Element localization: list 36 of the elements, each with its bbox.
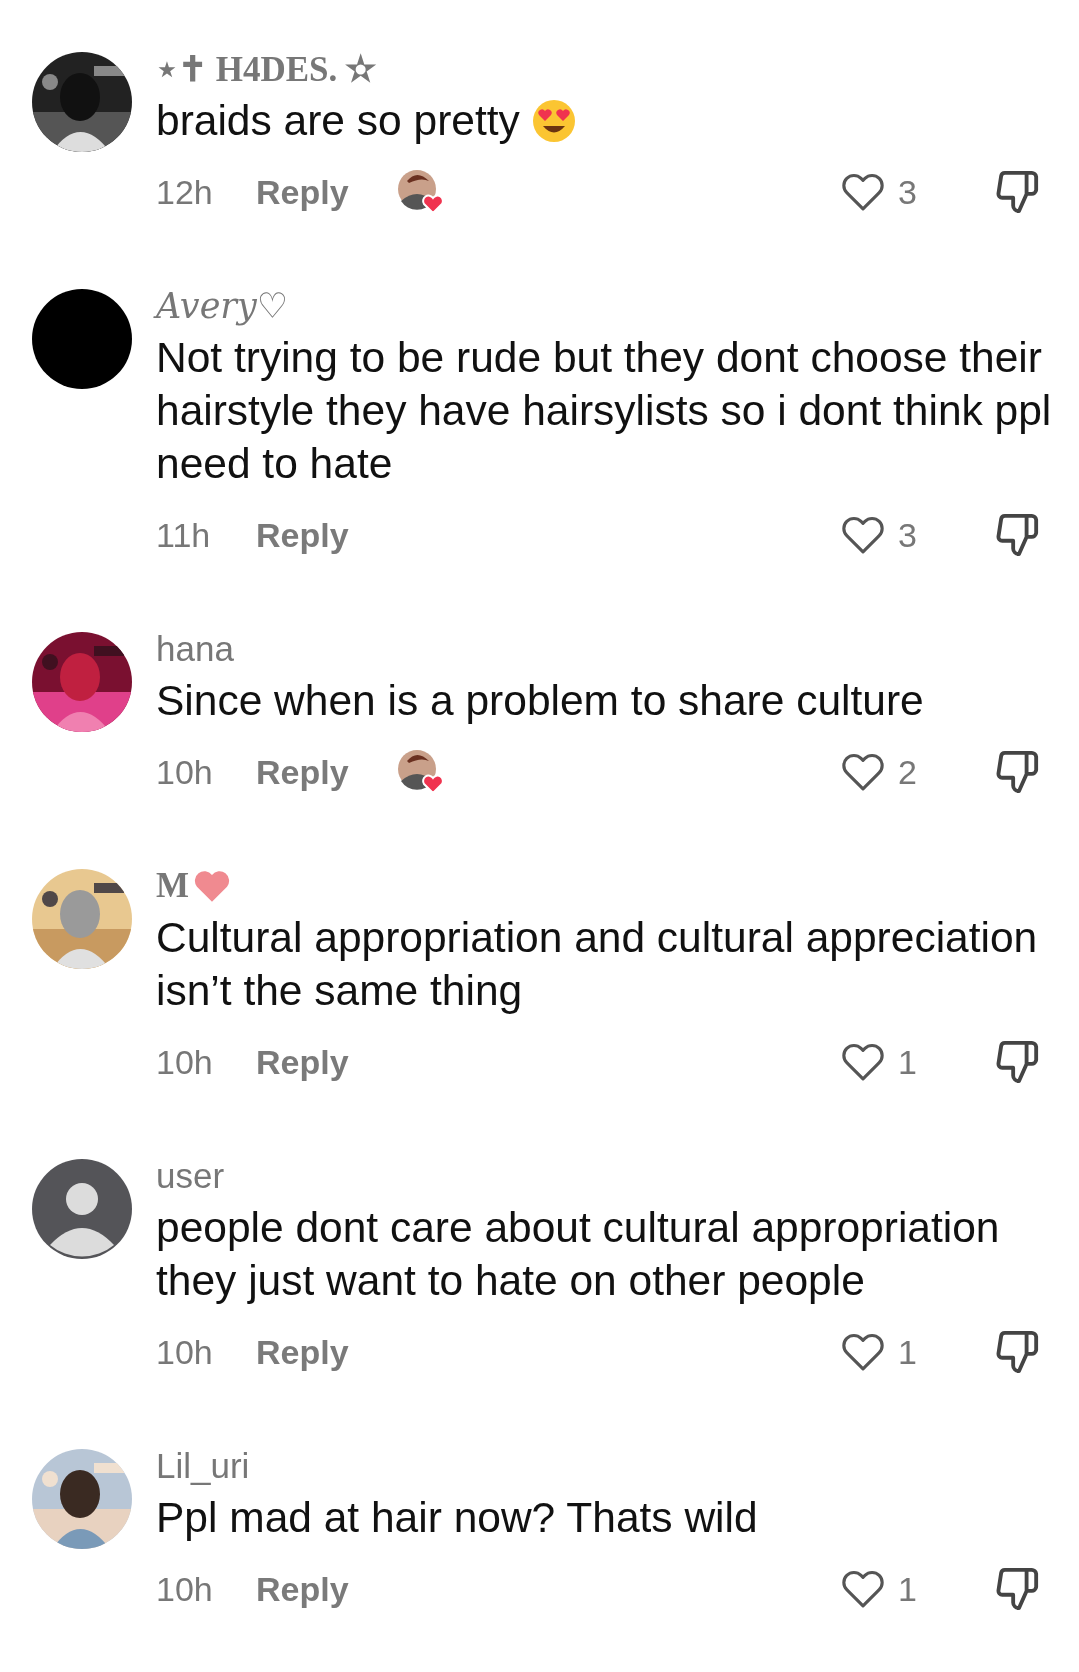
dislike-icon[interactable] [994, 1329, 1040, 1375]
username[interactable]: ⋆✝ H4DES. ✫ [156, 48, 376, 90]
reply-button[interactable]: Reply [256, 172, 397, 212]
reply-button[interactable]: Reply [256, 515, 397, 555]
dislike-icon[interactable] [994, 1039, 1040, 1085]
dislike-icon[interactable] [994, 169, 1040, 215]
comment-text: Since when is a problem to share culture [156, 677, 924, 724]
timestamp: 10h [156, 1569, 214, 1609]
dislike-icon[interactable] [994, 1566, 1040, 1612]
like-count: 3 [898, 172, 918, 212]
like-count: 1 [898, 1569, 918, 1609]
dislike-icon[interactable] [994, 512, 1040, 558]
avatar-icon[interactable] [32, 1159, 132, 1259]
comment-text: braids are so pretty [156, 97, 520, 144]
reply-button[interactable]: Reply [256, 752, 397, 792]
timestamp: 11h [156, 515, 212, 555]
username[interactable]: hana [156, 629, 234, 669]
like-count: 1 [898, 1332, 918, 1372]
username[interactable]: Lil_uri [156, 1446, 250, 1486]
comment-text: people dont care about cultural appropriation they just want to hate on other people [156, 1204, 1000, 1304]
comment-text: Not trying to be rude but they dont choose their hairstyle they have hairsylists so i dont think ppl need to hate [156, 334, 1052, 487]
comment-text: Ppl mad at hair now? Thats wild [156, 1494, 758, 1541]
username[interactable]: user [156, 1156, 225, 1196]
like-count: 1 [898, 1042, 918, 1082]
reply-button[interactable]: Reply [256, 1332, 397, 1372]
timestamp: 10h [156, 752, 214, 792]
reply-button[interactable]: Reply [256, 1042, 397, 1082]
dislike-icon[interactable] [994, 749, 1040, 795]
timestamp: 10h [156, 1042, 214, 1082]
username[interactable]: M [156, 866, 190, 906]
timestamp: 10h [156, 1332, 214, 1372]
timestamp: 12h [156, 172, 214, 212]
reply-button[interactable]: Reply [256, 1569, 397, 1609]
comment-text: Cultural appropriation and cultural appreciation isn’t the same thing [156, 914, 1038, 1014]
like-count: 2 [898, 752, 918, 792]
like-count: 3 [898, 515, 918, 555]
